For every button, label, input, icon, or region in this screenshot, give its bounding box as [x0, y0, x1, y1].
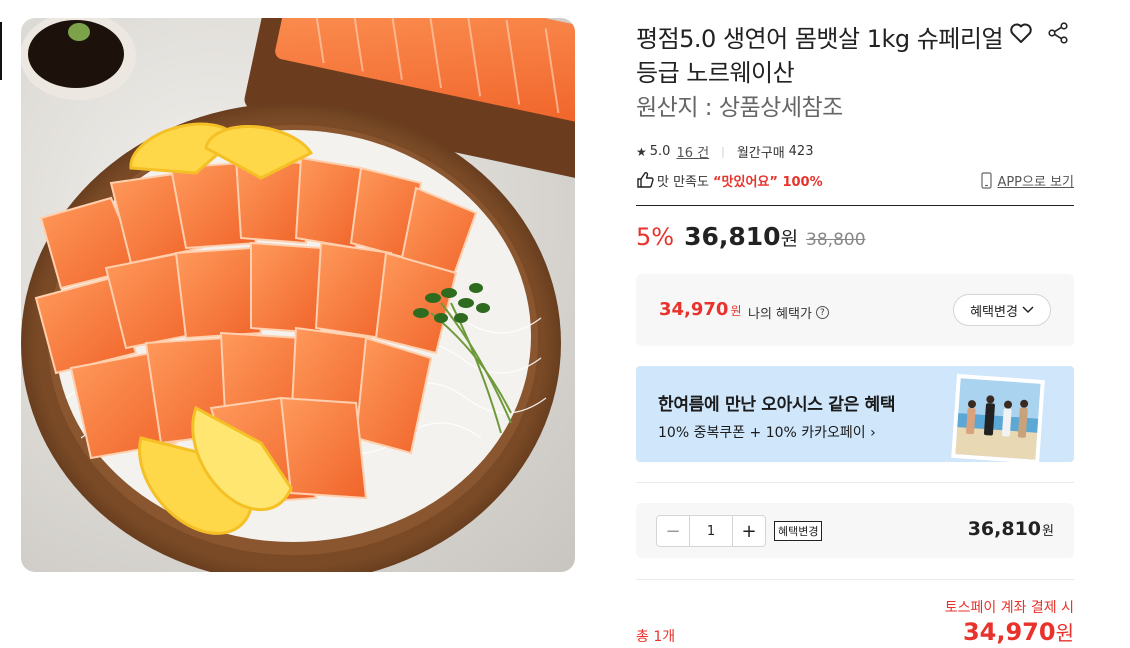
total-price: 34,970원	[963, 617, 1074, 646]
promo-photo	[951, 374, 1045, 462]
benefit-change-mini-button[interactable]: 혜택변경	[774, 521, 823, 541]
monthly-purchase-label: 월간구매	[736, 146, 785, 161]
line-price-currency: 원	[1042, 524, 1054, 539]
benefit-change-label: 혜택변경	[970, 304, 1018, 320]
promo-title: 한여름에 만난 오아시스 같은 혜택	[658, 395, 896, 415]
section-divider	[636, 205, 1074, 206]
quantity-value[interactable]: 1	[689, 516, 733, 546]
sale-price: 36,810	[684, 222, 781, 251]
quantity-stepper: − 1 +	[656, 515, 766, 547]
share-icon[interactable]	[1047, 22, 1069, 44]
benefit-price-box: 34,970 원 나의 혜택가 ? 혜택변경	[636, 274, 1074, 346]
monthly-purchase-count: 423	[788, 144, 814, 159]
app-view-link[interactable]: APP으로 보기	[981, 171, 1074, 190]
satisfaction-value: “맛있어요” 100%	[712, 174, 823, 190]
rating-row: ★ 5.0 16 건 | 월간구매 423	[636, 142, 813, 161]
total-price-currency: 원	[1055, 621, 1074, 645]
star-icon: ★	[636, 144, 647, 159]
benefit-price-label: 나의 혜택가	[748, 307, 812, 322]
rating-score: 5.0	[649, 144, 671, 159]
separator: |	[721, 145, 725, 158]
toss-pay-notice: 토스페이 계좌 결제 시	[944, 600, 1074, 616]
quantity-box: − 1 + 혜택변경 36,810원	[636, 503, 1074, 558]
section-divider	[636, 482, 1074, 483]
benefit-change-button[interactable]: 혜택변경	[953, 294, 1051, 326]
promo-subtitle: 10% 중복쿠폰 + 10% 카카오페이 ›	[658, 425, 876, 441]
mobile-phone-icon	[981, 172, 993, 189]
thumbs-up-icon	[637, 172, 654, 188]
chevron-down-icon	[1022, 306, 1034, 314]
heart-icon[interactable]	[1009, 22, 1033, 44]
product-image[interactable]	[21, 18, 575, 572]
benefit-price-amount: 34,970	[659, 299, 729, 320]
satisfaction-row: 맛 만족도 “맛있어요” 100% APP으로 보기	[636, 170, 1074, 190]
help-icon[interactable]: ?	[815, 306, 829, 319]
benefit-price-label-group: 나의 혜택가 ?	[748, 303, 829, 322]
total-count-label: 총 1개	[636, 629, 676, 645]
quantity-increase-button[interactable]: +	[733, 516, 765, 546]
promo-banner[interactable]: 한여름에 만난 오아시스 같은 혜택 10% 중복쿠폰 + 10% 카카오페이 …	[636, 366, 1074, 462]
line-price: 36,810원	[968, 518, 1054, 540]
original-price: 38,800	[806, 230, 866, 250]
price-row: 5% 36,810 원 38,800	[636, 222, 866, 251]
total-price-amount: 34,970	[962, 618, 1056, 646]
review-count-link[interactable]: 16 건	[676, 142, 709, 161]
satisfaction-label: 맛 만족도	[657, 174, 709, 190]
discount-rate: 5%	[636, 223, 675, 251]
left-edge-marker	[0, 22, 2, 80]
product-origin: 원산지 : 상품상세참조	[636, 95, 843, 121]
salmon-platter-illustration	[21, 18, 575, 572]
section-divider	[636, 579, 1074, 580]
app-view-label: APP으로 보기	[997, 175, 1074, 190]
product-title: 평점5.0 생연어 몸뱃살 1kg 슈페리얼등급 노르웨이산	[636, 25, 1004, 87]
quantity-decrease-button[interactable]: −	[657, 516, 689, 546]
benefit-price-currency: 원	[730, 304, 742, 318]
line-price-amount: 36,810	[967, 518, 1042, 540]
benefit-price: 34,970 원	[659, 299, 742, 320]
sale-price-currency: 원	[780, 228, 799, 250]
